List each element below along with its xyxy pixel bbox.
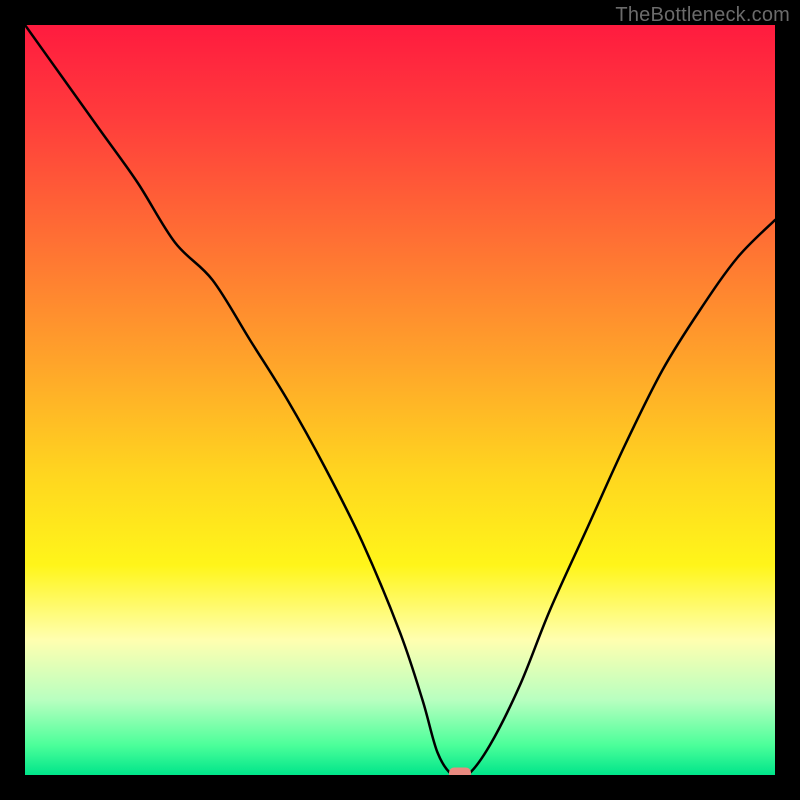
watermark-text: TheBottleneck.com (615, 4, 790, 27)
plot-background (25, 25, 775, 775)
plot-area (25, 25, 775, 775)
optimal-marker (449, 768, 471, 776)
plot-svg (25, 25, 775, 775)
chart-frame: TheBottleneck.com (0, 0, 800, 800)
